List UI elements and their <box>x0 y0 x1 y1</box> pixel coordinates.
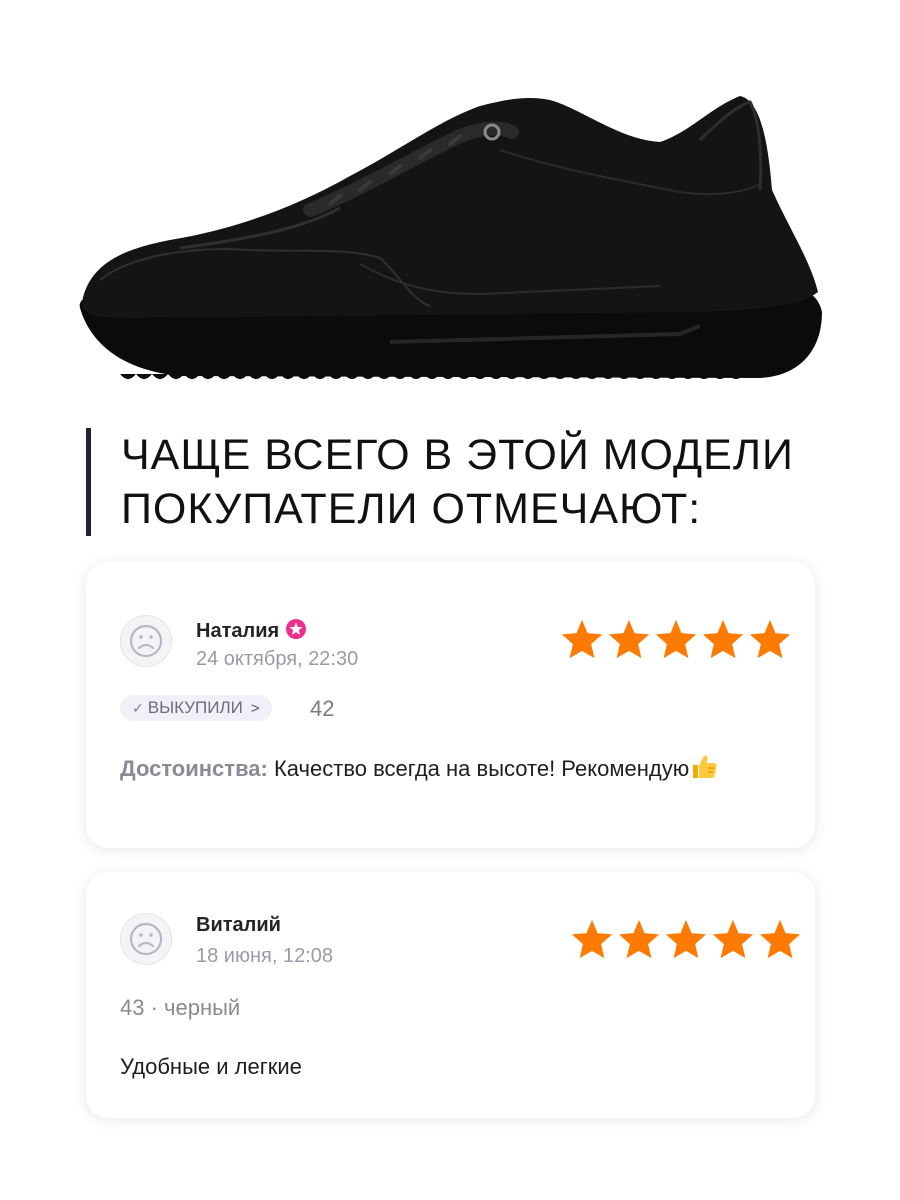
star-icon <box>748 618 792 660</box>
purchased-badge[interactable]: ✓ ВЫКУПИЛИ > <box>120 695 272 721</box>
pros-text: Качество всегда на высоте! Рекомендую <box>267 756 690 781</box>
review-size: 42 <box>310 696 335 721</box>
star-icon <box>664 918 708 960</box>
star-icon <box>607 618 651 660</box>
pink-star-badge-icon <box>285 618 307 640</box>
star-icon <box>758 918 802 960</box>
star-icon <box>570 918 614 960</box>
purchased-label: ВЫКУПИЛИ <box>147 698 243 717</box>
review-card: Виталий 18 июня, 12:08 43 · черный Удобн… <box>86 872 815 1118</box>
review-author[interactable]: Виталий <box>196 914 281 937</box>
review-date: 24 октября, 22:30 <box>196 648 359 670</box>
review-text: Достоинства: Качество всегда на высоте! … <box>120 752 760 786</box>
thumbs-up-icon <box>689 752 719 782</box>
review-card: Наталия 24 октября, 22:30 ✓ ВЫКУПИЛИ > 4… <box>86 562 815 848</box>
section-heading: ЧАЩЕ ВСЕГО В ЭТОЙ МОДЕЛИ ПОКУПАТЕЛИ ОТМЕ… <box>86 428 794 536</box>
star-icon <box>701 618 745 660</box>
check-icon: ✓ <box>132 699 144 716</box>
heading-line-2: ПОКУПАТЕЛИ ОТМЕЧАЮТ: <box>121 485 702 533</box>
rating-stars <box>570 918 802 960</box>
review-text: Удобные и легкие <box>120 1054 302 1079</box>
avatar-placeholder-icon <box>120 913 172 965</box>
author-name[interactable]: Наталия <box>196 620 279 642</box>
pros-label: Достоинства: <box>120 756 268 781</box>
review-author[interactable]: Наталия <box>196 618 307 643</box>
rating-stars <box>560 618 792 660</box>
heading-line-1: ЧАЩЕ ВСЕГО В ЭТОЙ МОДЕЛИ <box>121 431 794 479</box>
review-date: 18 июня, 12:08 <box>196 945 334 967</box>
chevron-right-icon: > <box>250 699 260 717</box>
author-name[interactable]: Виталий <box>196 914 281 936</box>
star-icon <box>560 618 604 660</box>
review-size-color: 43 · черный <box>120 995 241 1020</box>
star-icon <box>617 918 661 960</box>
star-icon <box>654 618 698 660</box>
avatar-placeholder-icon <box>120 615 172 667</box>
product-image <box>60 80 840 400</box>
star-icon <box>711 918 755 960</box>
